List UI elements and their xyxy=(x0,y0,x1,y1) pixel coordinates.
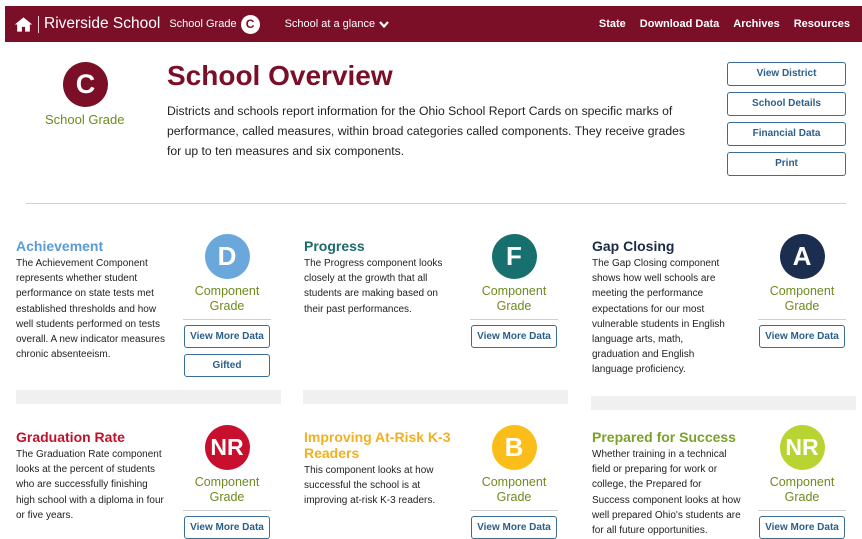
component-grade-block: F Component Grade View More Data xyxy=(469,234,559,354)
home-icon-graphic xyxy=(14,16,32,32)
financial-data-button[interactable]: Financial Data xyxy=(727,122,846,146)
chevron-down-icon xyxy=(379,21,389,29)
nav-grade-badge: C xyxy=(240,14,260,34)
school-grade-badge: C xyxy=(63,62,108,107)
component-grade-block: NR Component Grade View More Data xyxy=(182,425,272,539)
school-grade-label: School Grade xyxy=(45,112,125,127)
component-grade-badge: F xyxy=(491,234,537,279)
component-description: The Gap Closing component shows how well… xyxy=(592,258,725,376)
top-nav-bar: Riverside School School Grade C School a… xyxy=(5,6,862,42)
print-button[interactable]: Print xyxy=(727,152,846,176)
home-icon[interactable] xyxy=(13,15,33,33)
component-grade-badge: D xyxy=(204,234,250,279)
grade-divider xyxy=(183,319,271,320)
nav-grade-label: School Grade xyxy=(169,18,237,30)
component-grade-badge: A xyxy=(779,234,825,279)
nav-link-archives[interactable]: Archives xyxy=(733,18,779,30)
component-grade-block: D Component Grade View More Data Gifted xyxy=(182,234,272,383)
row-separator xyxy=(16,390,281,404)
component-description: This component looks at how successful t… xyxy=(304,465,436,507)
grade-divider xyxy=(758,510,846,511)
glance-label: School at a glance xyxy=(284,18,376,30)
component-grade-label: Component Grade xyxy=(194,284,260,313)
component-title: Improving At-Risk K-3 Readers xyxy=(304,429,451,461)
nav-link-resources[interactable]: Resources xyxy=(794,18,850,30)
component-description: The Achievement Component represents whe… xyxy=(16,258,165,361)
row-separator xyxy=(591,396,856,410)
component-card-graduation-rate: Graduation Rate The Graduation Rate comp… xyxy=(16,425,286,539)
school-at-a-glance-menu[interactable]: School at a glance xyxy=(285,18,390,30)
nav-link-state[interactable]: State xyxy=(599,18,626,30)
component-grade-block: NR Component Grade View More Data xyxy=(757,425,847,539)
component-card-progress: Progress The Progress component looks cl… xyxy=(304,234,574,348)
school-details-button[interactable]: School Details xyxy=(727,92,846,116)
component-grade-block: B Component Grade View More Data xyxy=(469,425,559,539)
component-grade-label: Component Grade xyxy=(481,475,547,504)
component-grade-label: Component Grade xyxy=(194,475,260,504)
nav-links: State Download Data Archives Resources xyxy=(585,18,850,30)
component-description: The Progress component looks closely at … xyxy=(304,258,443,315)
grade-divider xyxy=(470,319,558,320)
component-grade-block: A Component Grade View More Data xyxy=(757,234,847,354)
component-grade-label: Component Grade xyxy=(769,284,835,313)
gifted-button[interactable]: Gifted xyxy=(184,354,270,377)
grade-divider xyxy=(758,319,846,320)
nav-link-download-data[interactable]: Download Data xyxy=(640,18,719,30)
view-more-data-button[interactable]: View More Data xyxy=(471,516,557,539)
grade-divider xyxy=(470,510,558,511)
view-more-data-button[interactable]: View More Data xyxy=(184,325,270,348)
row-separator xyxy=(303,390,568,404)
view-more-data-button[interactable]: View More Data xyxy=(471,325,557,348)
header-button-group: View District School Details Financial D… xyxy=(727,62,846,182)
component-description: Whether training in a technical field or… xyxy=(592,449,741,537)
intro-text: Districts and schools report information… xyxy=(167,104,686,158)
component-description: The Graduation Rate component looks at t… xyxy=(16,449,164,521)
component-grade-badge: NR xyxy=(779,425,825,470)
grade-divider xyxy=(183,510,271,511)
component-grade-label: Component Grade xyxy=(481,284,547,313)
view-more-data-button[interactable]: View More Data xyxy=(184,516,270,539)
component-card-achievement: Achievement The Achievement Component re… xyxy=(16,234,286,377)
header-divider xyxy=(26,203,846,204)
component-grade-label: Component Grade xyxy=(769,475,835,504)
school-name[interactable]: Riverside School xyxy=(44,15,160,33)
component-card-improving-at-risk-k3-readers: Improving At-Risk K-3 Readers This compo… xyxy=(304,425,574,539)
component-card-gap-closing: Gap Closing The Gap Closing component sh… xyxy=(592,234,862,378)
page-title: School Overview xyxy=(167,60,393,91)
component-card-prepared-for-success: Prepared for Success Whether training in… xyxy=(592,425,862,539)
nav-divider xyxy=(38,15,39,33)
view-district-button[interactable]: View District xyxy=(727,62,846,86)
component-grade-badge: B xyxy=(491,425,537,470)
view-more-data-button[interactable]: View More Data xyxy=(759,516,845,539)
component-grade-badge: NR xyxy=(204,425,250,470)
view-more-data-button[interactable]: View More Data xyxy=(759,325,845,348)
